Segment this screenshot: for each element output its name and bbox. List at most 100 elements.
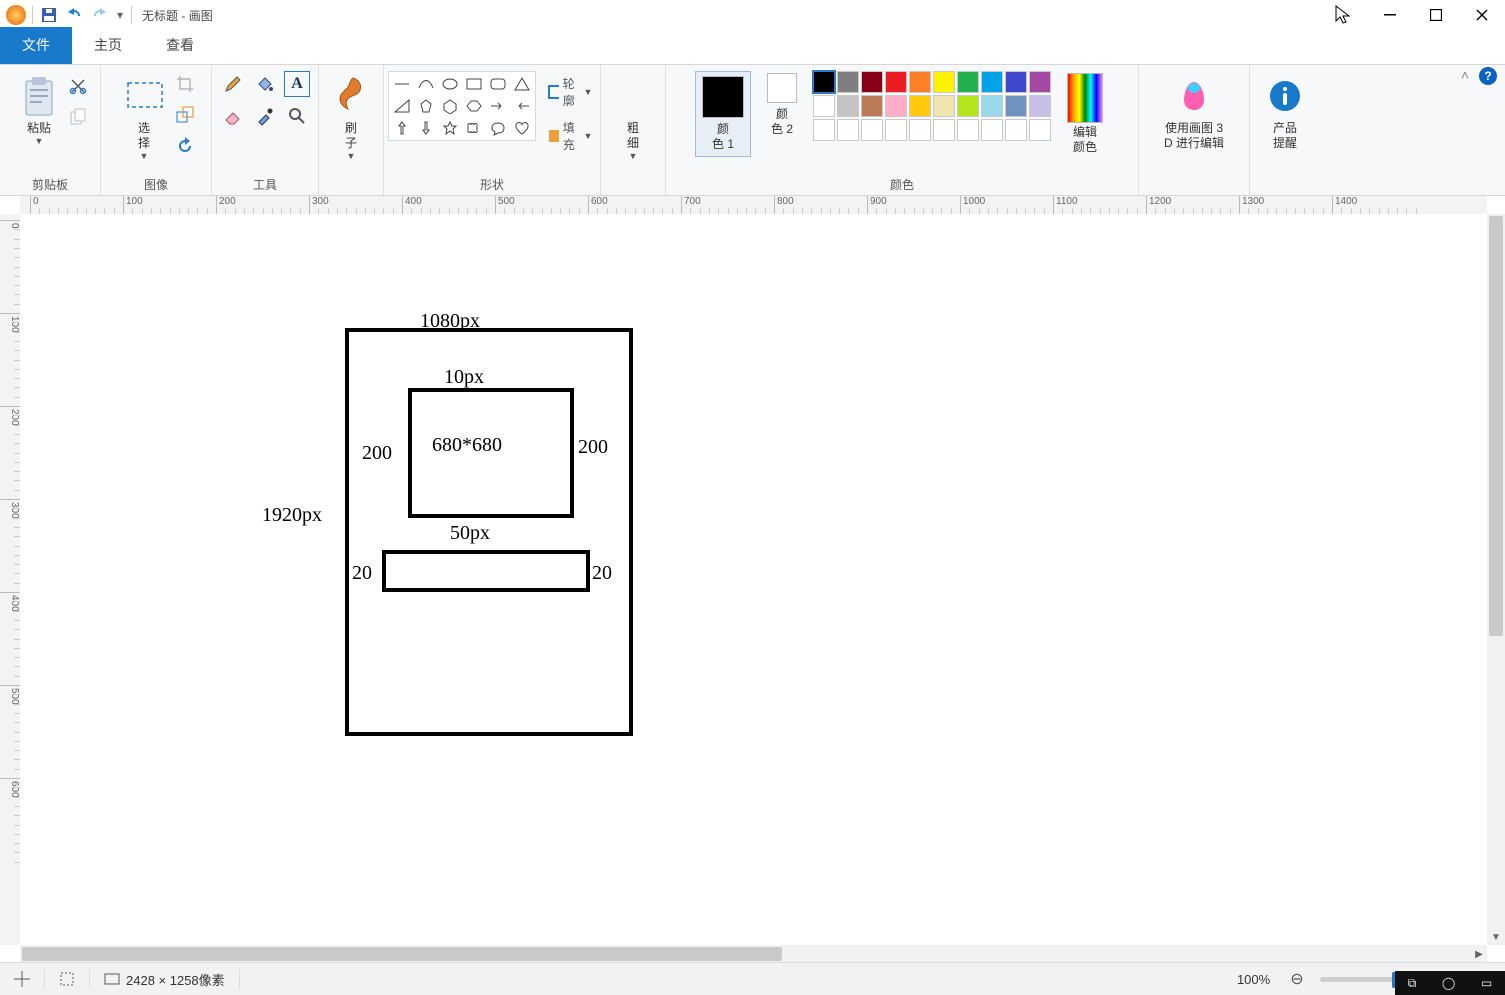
color-swatch-empty[interactable]	[933, 119, 955, 141]
color-swatch-empty[interactable]	[1005, 119, 1027, 141]
alert-label: 产品 提醒	[1273, 121, 1297, 151]
shapes-gallery[interactable]	[388, 71, 536, 141]
color-swatch[interactable]	[1029, 95, 1051, 117]
color-swatch[interactable]	[1005, 95, 1027, 117]
hscroll-thumb[interactable]	[22, 947, 782, 961]
fill-tool-icon[interactable]	[252, 71, 278, 97]
text-tool-icon[interactable]: A	[284, 71, 310, 97]
copy-icon[interactable]	[69, 108, 87, 129]
group-label-tools: 工具	[212, 173, 318, 195]
group-clipboard: 粘贴 ▼ 剪贴板	[0, 65, 101, 195]
crosshair-icon	[14, 971, 30, 987]
color-swatch[interactable]	[813, 95, 835, 117]
group-alert: 产品 提醒	[1250, 65, 1320, 195]
task-icon-1: ⧉	[1408, 976, 1417, 991]
tab-file[interactable]: 文件	[0, 27, 72, 64]
group-brushes: 刷 子 ▼	[319, 65, 384, 195]
brushes-label: 刷 子	[345, 121, 357, 151]
close-button[interactable]	[1459, 0, 1505, 30]
scroll-right-icon[interactable]: ▶	[1471, 945, 1487, 963]
color-swatch[interactable]	[1029, 71, 1051, 93]
label-center: 680*680	[432, 434, 502, 457]
cursor-position	[0, 971, 44, 987]
color-swatch[interactable]	[837, 95, 859, 117]
edit-colors-button[interactable]: 编辑 颜色	[1061, 71, 1109, 157]
color2-button[interactable]: 颜 色 2	[761, 71, 803, 139]
group-label-alert	[1250, 173, 1320, 195]
color-swatch[interactable]	[981, 71, 1003, 93]
undo-icon[interactable]	[65, 7, 83, 23]
ribbon: ˄ ? 粘贴 ▼ 剪贴板 选 择 ▼	[0, 65, 1505, 196]
brushes-button[interactable]: 刷 子 ▼	[325, 71, 377, 164]
paste-button[interactable]: 粘贴 ▼	[13, 71, 65, 149]
color-swatch[interactable]	[813, 71, 835, 93]
collapse-ribbon-icon[interactable]: ˄	[1461, 67, 1469, 83]
select-button[interactable]: 选 择 ▼	[118, 71, 170, 164]
shape-outline-button[interactable]: 轮廓 ▼	[544, 73, 597, 111]
stroke-width-button[interactable]: 粗 细 ▼	[607, 71, 659, 164]
color-swatch-empty[interactable]	[957, 119, 979, 141]
vertical-scrollbar[interactable]: ▲ ▼	[1487, 214, 1505, 945]
tab-home[interactable]: 主页	[72, 27, 144, 64]
color-swatch-empty[interactable]	[981, 119, 1003, 141]
paint3d-label: 使用画图 3 D 进行编辑	[1164, 121, 1224, 151]
color-swatch[interactable]	[1005, 71, 1027, 93]
color-swatch[interactable]	[957, 95, 979, 117]
label-left-200: 200	[362, 442, 392, 465]
color-swatch[interactable]	[885, 95, 907, 117]
dimensions-icon	[104, 971, 120, 987]
scroll-down-icon[interactable]: ▼	[1487, 929, 1505, 945]
rotate-icon[interactable]	[176, 137, 194, 158]
group-colors: 颜 色 1 颜 色 2 编辑 颜色 颜色	[666, 65, 1139, 195]
label-right-200: 200	[578, 436, 608, 459]
ruler-vertical: 0100200300400500600	[0, 214, 21, 945]
maximize-button[interactable]	[1413, 0, 1459, 30]
color-swatch-empty[interactable]	[1029, 119, 1051, 141]
stroke-label: 粗 细	[627, 121, 639, 151]
resize-icon[interactable]	[176, 106, 194, 127]
quick-access-toolbar: ▾	[32, 6, 132, 24]
label-bottom-right-20: 20	[592, 562, 612, 585]
color-swatch[interactable]	[933, 95, 955, 117]
canvas-viewport[interactable]: 1080px 1920px 10px 200 200 680*680 50px …	[20, 214, 1487, 945]
paste-label: 粘贴	[27, 121, 51, 136]
eraser-tool-icon[interactable]	[220, 103, 246, 129]
color-swatch[interactable]	[957, 71, 979, 93]
save-icon[interactable]	[41, 7, 57, 23]
ruler-horizontal: 0100200300400500600700800900100011001200…	[20, 196, 1487, 215]
color-swatch-empty[interactable]	[885, 119, 907, 141]
qat-customize-icon[interactable]: ▾	[117, 8, 123, 22]
color-swatch-empty[interactable]	[909, 119, 931, 141]
zoom-out-button[interactable]: ⊖	[1290, 969, 1303, 989]
select-label: 选 择	[138, 121, 150, 151]
color-swatch[interactable]	[885, 71, 907, 93]
cut-icon[interactable]	[69, 77, 87, 98]
color-swatch-empty[interactable]	[861, 119, 883, 141]
color-swatch[interactable]	[909, 95, 931, 117]
crop-icon[interactable]	[176, 75, 194, 96]
tab-view[interactable]: 查看	[144, 27, 216, 64]
color-swatch[interactable]	[861, 71, 883, 93]
picker-tool-icon[interactable]	[252, 103, 278, 129]
color-swatch[interactable]	[861, 95, 883, 117]
pencil-tool-icon[interactable]	[220, 71, 246, 97]
redo-icon[interactable]	[91, 7, 109, 23]
color-swatch[interactable]	[909, 71, 931, 93]
color1-button[interactable]: 颜 色 1	[695, 71, 751, 157]
label-bottom-left-20: 20	[352, 562, 372, 585]
color-swatch[interactable]	[933, 71, 955, 93]
color-swatch-empty[interactable]	[813, 119, 835, 141]
minimize-button[interactable]	[1367, 0, 1413, 30]
vscroll-thumb[interactable]	[1489, 216, 1503, 636]
shape-fill-button[interactable]: 填充 ▼	[544, 117, 597, 155]
task-icon-2: ◯	[1442, 976, 1455, 990]
horizontal-scrollbar[interactable]: ◀ ▶	[20, 945, 1487, 963]
product-alert-button[interactable]: 产品 提醒	[1259, 71, 1311, 153]
paint3d-button[interactable]: 使用画图 3 D 进行编辑	[1158, 71, 1230, 153]
color-swatch-empty[interactable]	[837, 119, 859, 141]
color-palette	[813, 71, 1051, 141]
color-swatch[interactable]	[837, 71, 859, 93]
help-icon[interactable]: ?	[1479, 67, 1497, 85]
magnifier-tool-icon[interactable]	[284, 103, 310, 129]
color-swatch[interactable]	[981, 95, 1003, 117]
